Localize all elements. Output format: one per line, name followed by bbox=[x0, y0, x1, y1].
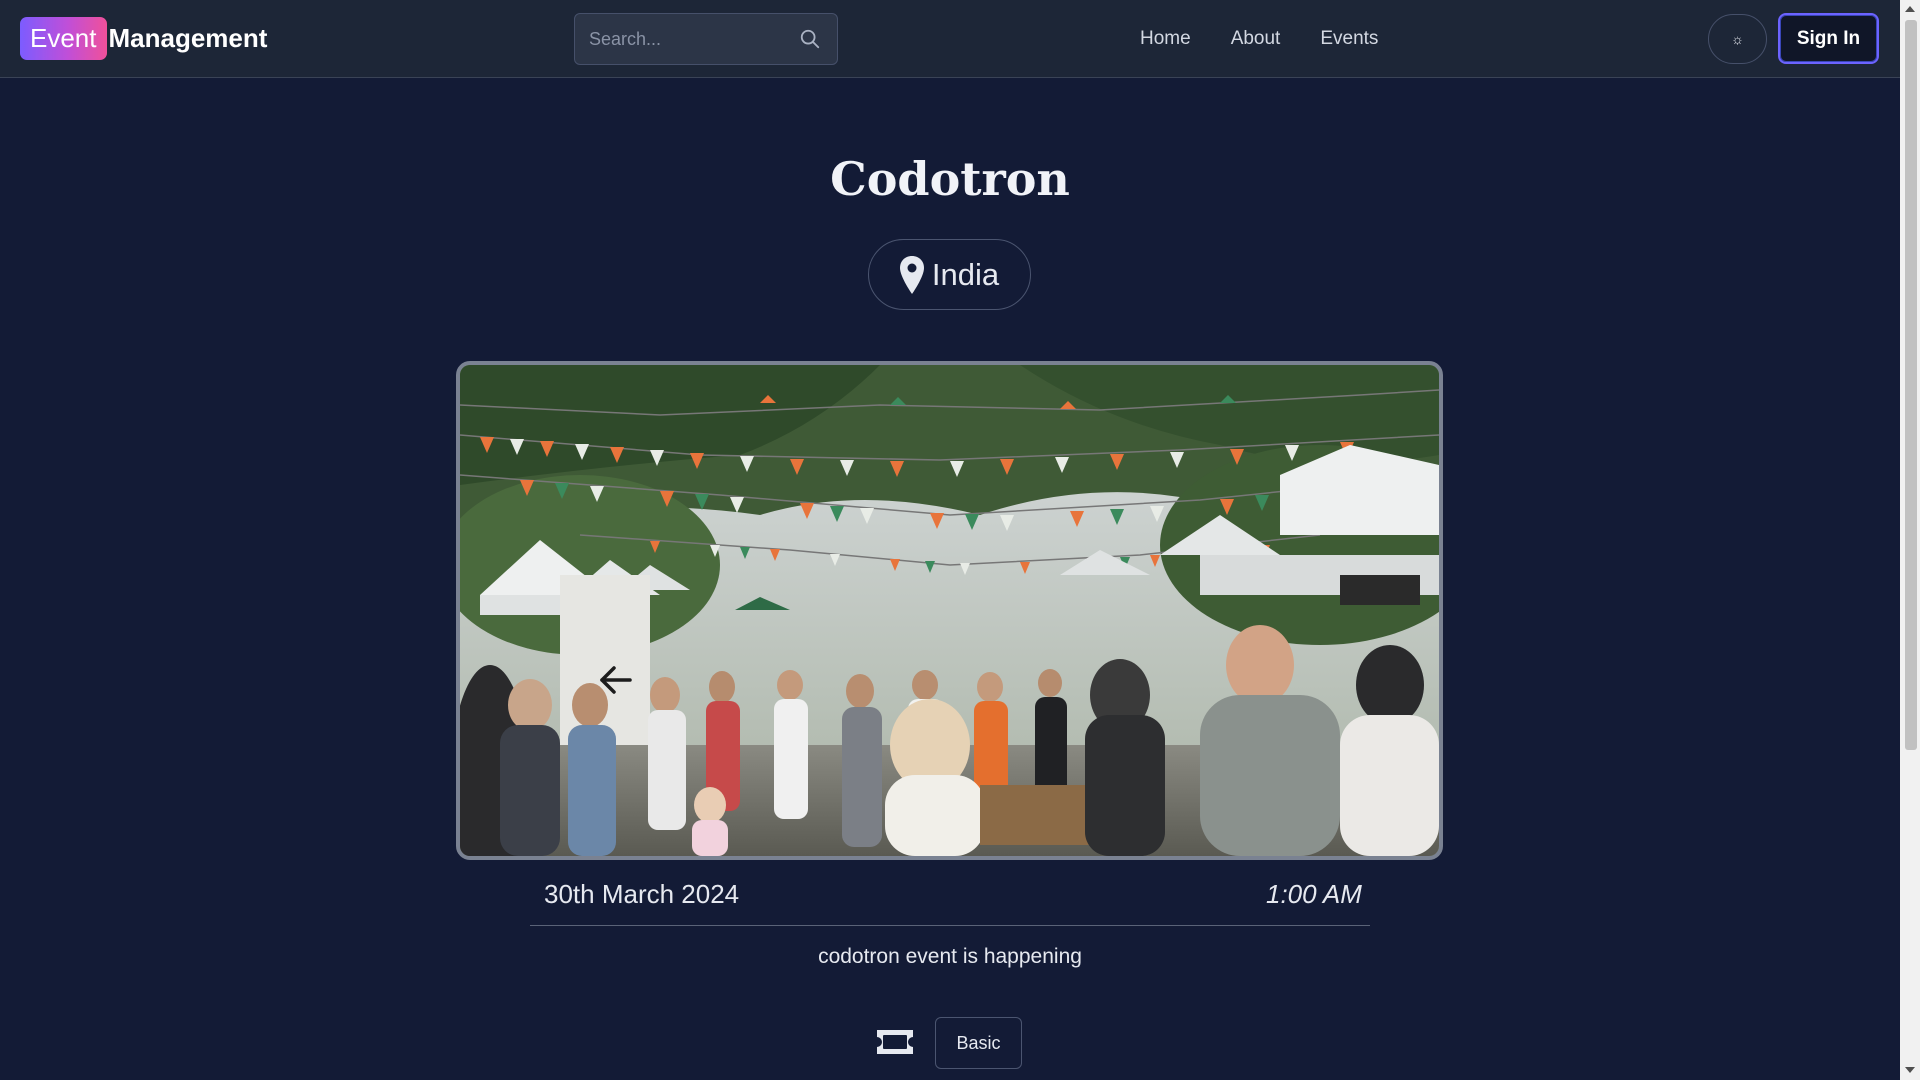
location-badge: India bbox=[868, 239, 1031, 310]
divider bbox=[530, 925, 1370, 926]
search-input[interactable] bbox=[575, 14, 795, 64]
navbar: Event Management Home About Events ☼ Sig… bbox=[0, 0, 1900, 78]
nav-links: Home About Events bbox=[1140, 0, 1418, 78]
nav-home-link[interactable]: Home bbox=[1140, 28, 1191, 50]
event-date: 30th March 2024 bbox=[544, 879, 740, 909]
arrow-left-icon[interactable] bbox=[598, 665, 632, 695]
sign-in-button[interactable]: Sign In bbox=[1778, 13, 1879, 64]
event-photo bbox=[460, 365, 1439, 856]
search-box bbox=[574, 13, 838, 65]
event-description: codotron event is happening bbox=[818, 945, 1082, 968]
scroll-thumb[interactable] bbox=[1905, 20, 1917, 750]
page-scrollbar[interactable] bbox=[1900, 0, 1920, 1080]
event-time: 1:00 AM bbox=[1266, 879, 1362, 909]
location-text: India bbox=[931, 256, 1000, 292]
scroll-down-arrow-icon[interactable] bbox=[1905, 1067, 1915, 1073]
theme-toggle-button[interactable]: ☼ bbox=[1708, 14, 1767, 64]
nav-about-link[interactable]: About bbox=[1231, 28, 1281, 50]
event-image bbox=[456, 361, 1443, 860]
ticket-icon bbox=[877, 1030, 913, 1054]
brand-text: Management bbox=[108, 23, 268, 53]
ticket-tier-button[interactable]: Basic bbox=[935, 1017, 1022, 1069]
event-title: Codotron bbox=[830, 152, 1070, 206]
map-pin-icon bbox=[899, 255, 924, 294]
brand-badge: Event bbox=[20, 17, 107, 60]
search-icon[interactable] bbox=[799, 28, 821, 50]
scroll-up-arrow-icon[interactable] bbox=[1905, 6, 1915, 12]
nav-events-link[interactable]: Events bbox=[1320, 28, 1378, 50]
sun-icon: ☼ bbox=[1731, 31, 1744, 47]
brand-logo[interactable]: Event Management bbox=[20, 17, 267, 60]
